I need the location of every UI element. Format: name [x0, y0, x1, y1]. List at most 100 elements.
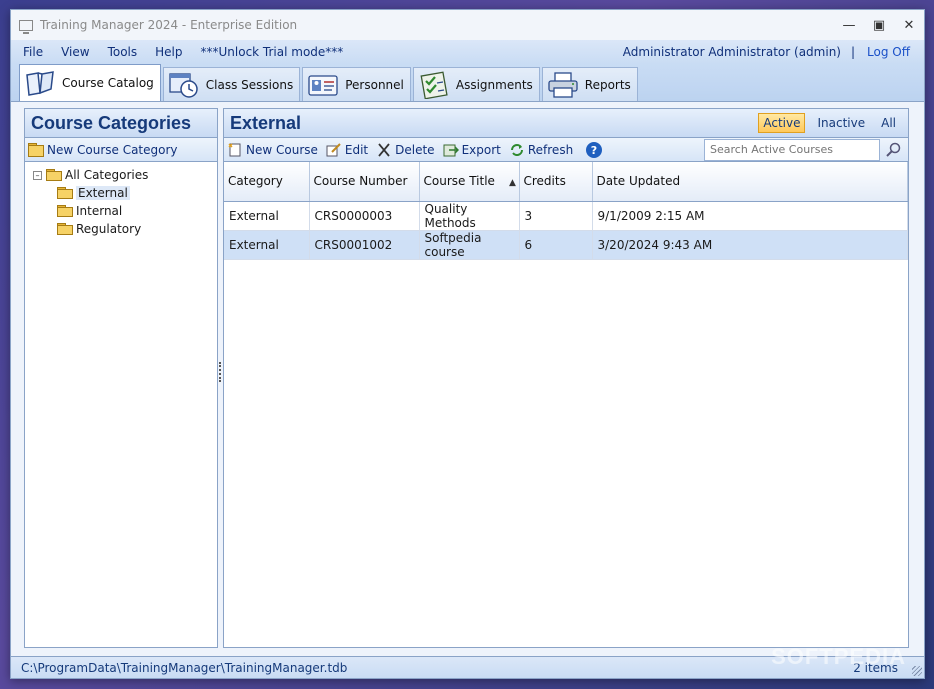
delete-button[interactable]: Delete	[376, 142, 435, 157]
cell-credits: 6	[519, 230, 593, 260]
status-filters: Active Inactive All	[750, 113, 900, 133]
edit-button[interactable]: Edit	[326, 143, 368, 157]
refresh-button[interactable]: Refresh	[509, 143, 573, 157]
column-header-course-number[interactable]: Course Number	[309, 162, 420, 202]
new-document-icon	[228, 142, 241, 156]
new-course-category-button[interactable]: New Course Category	[28, 142, 178, 157]
maximize-button[interactable]: ▣	[864, 18, 894, 33]
column-header-credits[interactable]: Credits	[519, 162, 593, 202]
edit-icon	[326, 142, 341, 156]
folder-icon	[57, 205, 73, 217]
filter-all[interactable]: All	[877, 114, 900, 132]
printer-icon	[548, 71, 578, 98]
monitor-icon	[19, 19, 33, 34]
pane-title: External	[230, 112, 302, 133]
cell-course-title: Softpedia course	[419, 230, 520, 260]
tree-node-internal[interactable]: Internal	[33, 202, 217, 220]
table-row[interactable]: External CRS0000003 Quality Methods 3 9/…	[224, 201, 908, 231]
button-label: Delete	[395, 142, 435, 157]
tab-assignments[interactable]: Assignments	[412, 67, 540, 101]
database-path: C:\ProgramData\TrainingManager\TrainingM…	[21, 660, 348, 675]
search-icon[interactable]	[884, 140, 904, 160]
tree-node-all-categories[interactable]: – All Categories	[33, 166, 217, 184]
course-categories-pane: Course Categories New Course Category – …	[24, 108, 218, 648]
export-icon	[443, 144, 459, 156]
table-header-row: Category Course Number Course Title ▲ Cre…	[224, 162, 908, 202]
tree-node-label: Regulatory	[76, 222, 142, 236]
tree-node-regulatory[interactable]: Regulatory	[33, 220, 217, 238]
minimize-button[interactable]: —	[834, 18, 864, 33]
cell-category: External	[224, 230, 310, 260]
app-window: Training Manager 2024 - Enterprise Editi…	[10, 9, 925, 679]
new-course-button[interactable]: New Course	[227, 143, 318, 157]
delete-icon	[378, 142, 390, 157]
folder-icon	[46, 169, 62, 181]
tab-label: Reports	[584, 77, 631, 92]
tree-node-label: External	[76, 186, 130, 200]
column-header-course-title[interactable]: Course Title ▲	[419, 162, 520, 202]
table-row[interactable]: External CRS0001002 Softpedia course 6 3…	[224, 230, 908, 260]
button-label: New Course Category	[47, 142, 178, 157]
open-folder-icon	[57, 187, 73, 199]
column-header-date-updated[interactable]: Date Updated	[592, 162, 908, 202]
tree-node-label: All Categories	[65, 168, 149, 182]
filter-active[interactable]: Active	[758, 113, 806, 133]
window-title: Training Manager 2024 - Enterprise Editi…	[40, 18, 298, 32]
category-tree: – All Categories External Internal Regul…	[25, 162, 217, 238]
cell-credits: 3	[519, 201, 593, 231]
tab-label: Personnel	[345, 77, 404, 92]
button-label: Refresh	[527, 142, 574, 157]
cell-course-number: CRS0001002	[309, 230, 420, 260]
pane-splitter[interactable]	[219, 362, 222, 382]
close-button[interactable]: ✕	[894, 18, 924, 33]
menu-separator: |	[850, 45, 856, 59]
tab-label: Assignments	[455, 77, 533, 92]
current-user: Administrator Administrator (admin)	[622, 45, 841, 59]
courses-toolbar: New Course Edit Delete Export Refresh ? …	[224, 138, 908, 162]
button-label: New Course	[246, 142, 318, 157]
menu-help[interactable]: Help	[155, 45, 182, 59]
tab-label: Course Catalog	[62, 76, 154, 90]
courses-pane: External Active Inactive All New Course …	[223, 108, 909, 648]
tab-reports[interactable]: Reports	[541, 67, 638, 101]
resize-grip[interactable]	[912, 666, 922, 676]
menu-tools[interactable]: Tools	[108, 45, 138, 59]
menu-view[interactable]: View	[61, 45, 89, 59]
button-label: Export	[461, 142, 501, 157]
cell-course-title: Quality Methods	[419, 201, 520, 231]
button-label: Edit	[344, 142, 369, 157]
tab-label: Class Sessions	[205, 77, 294, 92]
collapse-icon[interactable]: –	[33, 170, 42, 180]
module-tabs: Course Catalog Class Sessions Personnel	[11, 64, 924, 102]
checklist-icon	[420, 71, 448, 99]
clock-calendar-icon	[169, 72, 198, 98]
tree-node-external[interactable]: External	[33, 184, 217, 202]
column-header-label: Course Title	[423, 174, 495, 189]
new-folder-icon	[28, 142, 44, 157]
tab-class-sessions[interactable]: Class Sessions	[162, 67, 301, 101]
main-content: Course Categories New Course Category – …	[11, 102, 924, 656]
courses-header: External Active Inactive All	[224, 109, 908, 138]
tab-personnel[interactable]: Personnel	[302, 67, 411, 101]
menu-bar: File View Tools Help ***Unlock Trial mod…	[11, 40, 924, 64]
book-icon	[26, 71, 54, 96]
menu-file[interactable]: File	[23, 45, 43, 59]
window-controls: — ▣ ✕	[834, 18, 924, 33]
cell-date-updated: 3/20/2024 9:43 AM	[592, 230, 908, 260]
help-icon[interactable]: ?	[585, 141, 603, 159]
menu-unlock-trial[interactable]: ***Unlock Trial mode***	[201, 45, 344, 59]
search-active-courses-input[interactable]	[704, 138, 880, 161]
tab-course-catalog[interactable]: Course Catalog	[19, 64, 161, 101]
courses-table: Category Course Number Course Title ▲ Cre…	[224, 162, 908, 260]
export-button[interactable]: Export	[443, 143, 501, 157]
logoff-link[interactable]: Log Off	[867, 45, 910, 59]
sort-ascending-icon: ▲	[508, 178, 516, 189]
folder-icon	[57, 223, 73, 235]
svg-text:?: ?	[591, 144, 597, 157]
column-header-category[interactable]: Category	[224, 162, 310, 202]
tree-node-label: Internal	[76, 204, 123, 218]
cell-date-updated: 9/1/2009 2:15 AM	[592, 201, 908, 231]
id-card-icon	[308, 74, 338, 96]
filter-inactive[interactable]: Inactive	[813, 114, 869, 132]
cell-category: External	[224, 201, 310, 231]
